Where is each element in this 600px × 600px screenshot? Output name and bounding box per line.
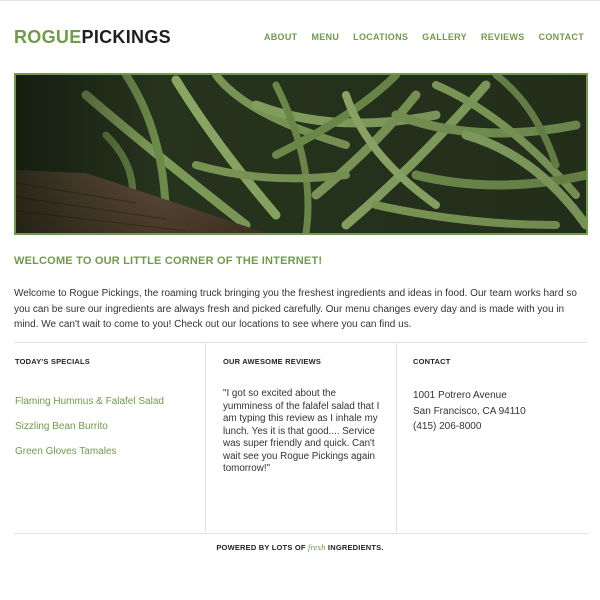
welcome-heading: WELCOME TO OUR LITTLE CORNER OF THE INTE… (14, 255, 323, 267)
info-columns: TODAY'S SPECIALS Flaming Hummus & Falafe… (14, 342, 588, 534)
footer-prefix: POWERED BY LOTS OF (216, 543, 306, 552)
nav-contact[interactable]: CONTACT (539, 31, 584, 43)
nav-about[interactable]: ABOUT (264, 31, 298, 43)
reviews-title: OUR AWESOME REVIEWS (223, 357, 322, 366)
green-beans-photo (16, 75, 586, 233)
site-header: ROGUEPICKINGS ABOUT MENU LOCATIONS GALLE… (14, 25, 586, 49)
special-item[interactable]: Flaming Hummus & Falafel Salad (15, 395, 205, 408)
nav-menu[interactable]: MENU (311, 31, 339, 43)
contact-phone[interactable]: (415) 206-8000 (413, 419, 588, 435)
site-footer: POWERED BY LOTS OF fresh INGREDIENTS. (0, 542, 600, 552)
special-item[interactable]: Green Gloves Tamales (15, 445, 205, 458)
contact-title: CONTACT (413, 357, 451, 366)
contact-address-line1: 1001 Potrero Avenue (413, 390, 507, 401)
review-quote: "I got so excited about the yumminess of… (223, 388, 380, 474)
hero-image (14, 73, 588, 235)
contact-address-line2: San Francisco, CA 94110 (413, 405, 526, 417)
page: ROGUEPICKINGS ABOUT MENU LOCATIONS GALLE… (0, 0, 600, 600)
contact-column: CONTACT 1001 Potrero Avenue San Francisc… (396, 343, 588, 533)
nav-locations[interactable]: LOCATIONS (353, 31, 408, 43)
specials-title: TODAY'S SPECIALS (15, 357, 91, 366)
welcome-text: Welcome to Rogue Pickings, the roaming t… (14, 288, 577, 330)
footer-fresh: fresh (307, 542, 326, 552)
specials-column: TODAY'S SPECIALS Flaming Hummus & Falafe… (14, 343, 205, 533)
logo-part-rogue: ROGUE (14, 27, 82, 47)
reviews-column: OUR AWESOME REVIEWS "I got so excited ab… (205, 343, 396, 533)
logo-part-pickings: PICKINGS (81, 27, 171, 47)
nav-reviews[interactable]: REVIEWS (481, 31, 525, 43)
main-nav: ABOUT MENU LOCATIONS GALLERY REVIEWS CON… (264, 31, 584, 43)
contact-details: 1001 Potrero Avenue San Francisco, CA 94… (413, 388, 588, 435)
special-item[interactable]: Sizzling Bean Burrito (15, 420, 205, 433)
specials-list: Flaming Hummus & Falafel Salad Sizzling … (15, 395, 205, 458)
footer-suffix: INGREDIENTS. (327, 543, 384, 552)
nav-gallery[interactable]: GALLERY (422, 31, 467, 43)
site-logo[interactable]: ROGUEPICKINGS (14, 25, 171, 49)
